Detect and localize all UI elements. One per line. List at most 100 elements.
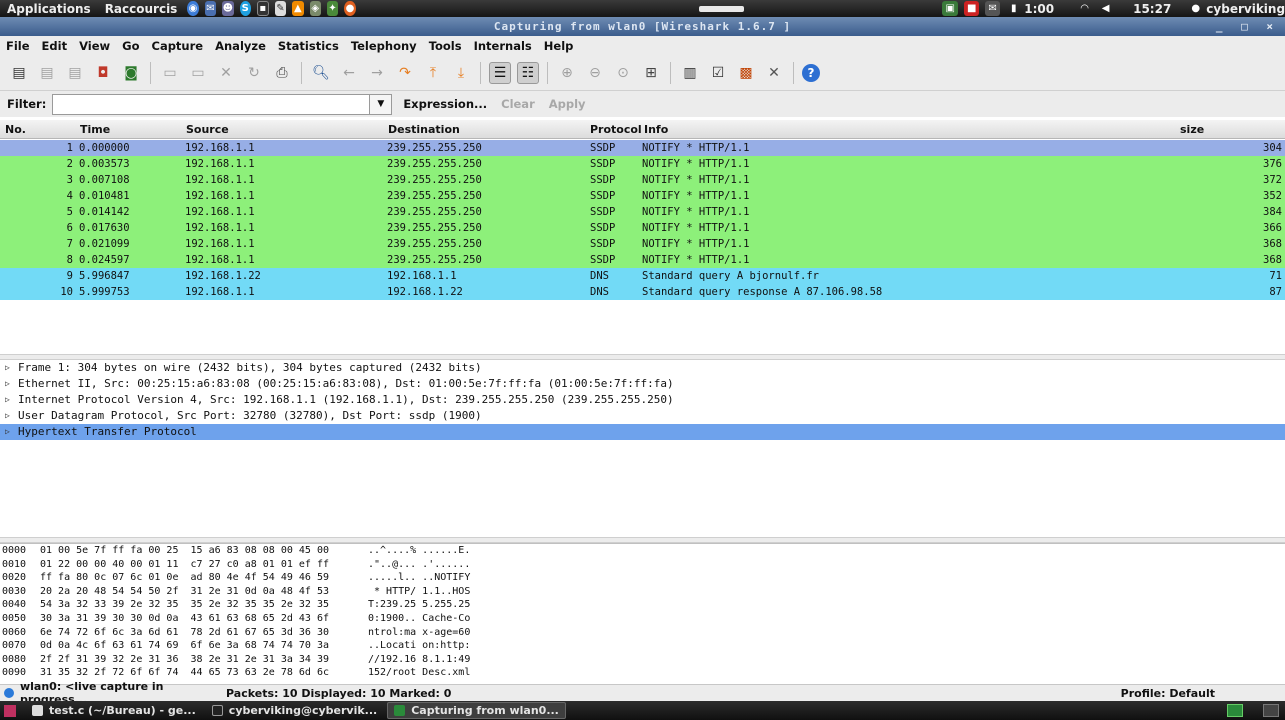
user-name[interactable]: cyberviking [1206,2,1285,16]
gimp-icon[interactable]: ◈ [309,1,321,16]
menu-capture[interactable]: Capture [146,39,210,53]
workspace-2[interactable] [1263,704,1279,717]
menu-tools[interactable]: Tools [423,39,468,53]
packet-destination: 239.255.255.250 [387,238,482,250]
detail-row[interactable]: ▷ User Datagram Protocol, Src Port: 3278… [0,408,1285,424]
help-icon[interactable]: ? [802,63,820,82]
volume-icon[interactable]: ◀ [1098,1,1113,16]
expand-arrow-icon[interactable]: ▷ [5,424,10,440]
column-info[interactable]: Info [644,123,668,136]
window-titlebar[interactable]: Capturing from wlan0 [Wireshark 1.6.7 ] … [0,17,1285,36]
packet-row[interactable]: 8 0.024597 192.168.1.1 239.255.255.250 S… [0,252,1285,268]
show-desktop-icon[interactable] [4,704,16,717]
column-destination[interactable]: Destination [388,123,460,136]
mail-icon[interactable]: ✉ [985,1,1001,16]
clear-button[interactable]: Clear [498,97,538,111]
interfaces-icon[interactable]: ▤ [8,62,30,84]
column-protocol[interactable]: Protocol [590,123,642,136]
packet-row[interactable]: 3 0.007108 192.168.1.1 239.255.255.250 S… [0,172,1285,188]
apply-button[interactable]: Apply [546,97,589,111]
text-editor-icon[interactable]: ✎ [274,1,287,16]
applications-menu[interactable]: Applications [0,2,98,16]
chromium-icon[interactable]: ◉ [187,1,199,16]
menu-statistics[interactable]: Statistics [272,39,345,53]
expand-arrow-icon[interactable]: ▷ [5,392,10,408]
detail-row[interactable]: ▷ Frame 1: 304 bytes on wire (2432 bits)… [0,360,1285,376]
toolbar-separator [480,61,481,84]
capture-filters-icon[interactable]: ▥ [679,62,701,84]
filter-input[interactable] [52,93,371,115]
menu-edit[interactable]: Edit [36,39,74,53]
raccourcis-menu[interactable]: Raccourcis [98,2,185,16]
capture-status-icon[interactable] [4,688,14,698]
packet-list[interactable]: 1 0.000000 192.168.1.1 239.255.255.250 S… [0,140,1285,354]
packet-protocol: SSDP [590,142,616,154]
filter-dropdown-icon[interactable]: ▼ [370,93,393,115]
preferences-icon[interactable]: ✕ [763,62,785,84]
packet-row[interactable]: 5 0.014142 192.168.1.1 239.255.255.250 S… [0,204,1285,220]
packet-details-pane[interactable]: ▷ Frame 1: 304 bytes on wire (2432 bits)… [0,360,1285,537]
vlc-icon[interactable]: ▲ [292,1,304,16]
packet-row[interactable]: 1 0.000000 192.168.1.1 239.255.255.250 S… [0,140,1285,156]
packet-row[interactable]: 7 0.021099 192.168.1.1 239.255.255.250 S… [0,236,1285,252]
colorize-icon[interactable]: ☰ [489,61,511,84]
menu-telephony[interactable]: Telephony [345,39,423,53]
first-packet-icon[interactable]: ⤒ [422,62,444,84]
detail-row[interactable]: ▷ Internet Protocol Version 4, Src: 192.… [0,392,1285,408]
menu-analyze[interactable]: Analyze [209,39,272,53]
expression-button[interactable]: Expression... [400,97,490,111]
terminal-icon[interactable]: ▪ [256,1,269,16]
menu-internals[interactable]: Internals [468,39,538,53]
taskbar-item-terminal[interactable]: cyberviking@cybervik... [206,702,383,719]
hex-bytes: ff fa 80 0c 07 6c 01 0e ad 80 4e 4f 54 4… [40,572,329,584]
column-size[interactable]: size [1180,123,1204,136]
packet-size: 376 [1263,158,1282,170]
firefox-icon[interactable]: ● [344,1,356,16]
packet-row[interactable]: 4 0.010481 192.168.1.1 239.255.255.250 S… [0,188,1285,204]
menu-file[interactable]: File [0,39,36,53]
expand-arrow-icon[interactable]: ▷ [5,360,10,376]
column-no[interactable]: No. [5,123,26,136]
packet-row[interactable]: 9 5.996847 192.168.1.22 192.168.1.1 DNS … [0,268,1285,284]
clock[interactable]: 15:27 [1133,2,1171,16]
print-icon[interactable]: ⎙ [271,62,293,84]
find-packet-icon[interactable]: 🔍︎ [310,62,332,84]
workspace-1[interactable] [1227,704,1243,717]
packet-row[interactable]: 2 0.003573 192.168.1.1 239.255.255.250 S… [0,156,1285,172]
restart-capture-icon[interactable]: ◙ [120,62,142,84]
packet-row[interactable]: 10 5.999753 192.168.1.1 192.168.1.22 DNS… [0,284,1285,300]
packet-destination: 192.168.1.1 [387,270,457,282]
resize-columns-icon[interactable]: ⊞ [640,62,662,84]
frama-c-icon[interactable]: ✦ [326,1,339,16]
menu-help[interactable]: Help [538,39,580,53]
packet-bytes-pane[interactable]: 0000 01 00 5e 7f ff fa 00 25 15 a6 83 08 … [0,543,1285,684]
menu-go[interactable]: Go [116,39,145,53]
detail-row[interactable]: ▷ Ethernet II, Src: 00:25:15:a6:83:08 (0… [0,376,1285,392]
display-filters-icon[interactable]: ☑ [707,62,729,84]
packet-info: NOTIFY * HTTP/1.1 [642,190,750,202]
auto-scroll-icon[interactable]: ☷ [517,61,539,84]
taskbar-item-wireshark[interactable]: Capturing from wlan0... [387,702,566,719]
coloring-rules-icon[interactable]: ▩ [735,62,757,84]
taskbar-item-gedit[interactable]: test.c (~/Bureau) - ge... [26,702,202,719]
window-controls[interactable]: _ □ × [1216,17,1279,36]
profile-label[interactable]: Profile: Default [1121,687,1215,700]
packet-row[interactable]: 6 0.017630 192.168.1.1 239.255.255.250 S… [0,220,1285,236]
menu-view[interactable]: View [73,39,116,53]
record-icon[interactable]: ■ [964,1,980,16]
detail-row[interactable]: ▷ Hypertext Transfer Protocol [0,424,1285,440]
wifi-icon[interactable]: ◠ [1077,1,1092,16]
go-to-packet-icon[interactable]: ↷ [394,62,416,84]
thunderbird-icon[interactable]: ✉ [204,1,217,16]
skype-icon[interactable]: S [239,1,251,16]
last-packet-icon[interactable]: ⤓ [450,62,472,84]
packet-no: 10 [60,286,73,298]
update-icon[interactable]: ▣ [942,1,959,16]
stop-capture-icon[interactable]: ◘ [92,62,114,84]
pidgin-icon[interactable]: ☻ [222,1,234,16]
expand-arrow-icon[interactable]: ▷ [5,408,10,424]
column-time[interactable]: Time [80,123,110,136]
column-source[interactable]: Source [186,123,229,136]
expand-arrow-icon[interactable]: ▷ [5,376,10,392]
battery-time: 1:00 [1024,1,1055,16]
